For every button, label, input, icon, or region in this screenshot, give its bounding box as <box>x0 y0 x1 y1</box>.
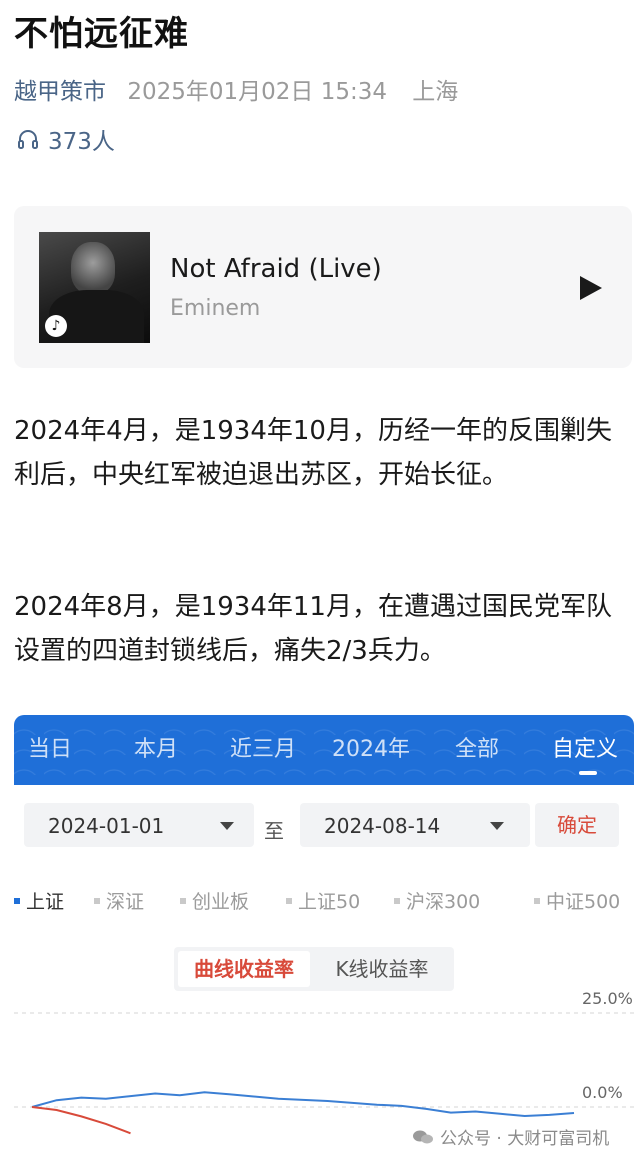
chevron-down-icon <box>220 822 234 830</box>
legend-marker <box>394 897 400 904</box>
publish-location: 上海 <box>412 79 459 105</box>
song-artist: Eminem <box>170 296 261 321</box>
watermark: 公众号 · 大财可富司机 <box>412 1124 609 1149</box>
curve-yield-button[interactable]: 曲线收益率 <box>178 951 310 987</box>
legend-label: 上证 <box>26 891 65 913</box>
chevron-down-icon <box>490 822 504 830</box>
legend-csi300[interactable]: 沪深300 <box>394 887 480 914</box>
legend-label: 上证50 <box>298 891 361 913</box>
confirm-button[interactable]: 确定 <box>535 803 619 847</box>
paragraph-1: 2024年4月，是1934年10月，历经一年的反围剿失利后，中央红军被迫退出苏区… <box>14 416 612 490</box>
article-title: 不怕远征难 <box>14 14 189 54</box>
end-date-select[interactable]: 2024-08-14 <box>300 803 530 847</box>
legend-marker <box>286 897 292 904</box>
legend-chinext[interactable]: 创业板 <box>180 887 249 914</box>
legend-marker <box>14 897 20 904</box>
legend-label: 创业板 <box>192 891 250 913</box>
watermark-text: 公众号 · 大财可富司机 <box>440 1129 610 1149</box>
headphones-icon <box>18 130 38 149</box>
legend-marker <box>534 897 540 904</box>
tab-today[interactable]: 当日 <box>28 731 72 763</box>
song-title: Not Afraid (Live) <box>170 254 382 284</box>
tab-three-months[interactable]: 近三月 <box>230 731 296 763</box>
legend-label: 中证500 <box>546 891 621 913</box>
embedded-screenshot: 当日 本月 近三月 2024年 全部 自定义 2024-01-01 至 2024… <box>14 715 634 1160</box>
series-line-1 <box>31 1106 131 1135</box>
tab-all[interactable]: 全部 <box>455 731 499 763</box>
wechat-icon <box>413 1130 433 1143</box>
listen-count-text: 373人 <box>48 129 115 155</box>
legend-shenzhen[interactable]: 深证 <box>94 887 144 914</box>
tab-this-month[interactable]: 本月 <box>134 731 178 763</box>
period-tabbar: 当日 本月 近三月 2024年 全部 自定义 <box>14 715 634 785</box>
legend-label: 深证 <box>106 891 145 913</box>
legend-shanghai[interactable]: 上证 <box>14 887 64 914</box>
legend-marker <box>180 897 186 904</box>
series-line-0 <box>31 1091 575 1118</box>
y-tick-label-top: 25.0% <box>582 989 633 1008</box>
date-range-separator: 至 <box>264 819 284 843</box>
play-icon[interactable] <box>576 274 604 302</box>
music-note-icon: ♪ <box>45 315 67 337</box>
y-tick-label-zero: 0.0% <box>582 1083 623 1102</box>
tab-year-2024[interactable]: 2024年 <box>332 731 410 763</box>
start-date-select[interactable]: 2024-01-01 <box>24 803 254 847</box>
tab-custom[interactable]: 自定义 <box>552 731 618 763</box>
album-cover: ♪ <box>39 232 150 343</box>
legend-sse50[interactable]: 上证50 <box>286 887 360 914</box>
end-date-value: 2024-08-14 <box>324 814 441 838</box>
active-tab-indicator <box>579 771 597 775</box>
legend-label: 沪深300 <box>406 891 481 913</box>
legend-marker <box>94 897 100 904</box>
start-date-value: 2024-01-01 <box>48 814 165 838</box>
legend-csi500[interactable]: 中证500 <box>534 887 620 914</box>
author-link[interactable]: 越甲策市 <box>14 79 106 105</box>
listen-count[interactable]: 373人 <box>16 122 115 156</box>
kline-yield-button[interactable]: K线收益率 <box>314 951 450 987</box>
article-meta: 越甲策市 2025年01月02日 15:34 上海 <box>14 72 458 106</box>
music-card[interactable]: ♪ Not Afraid (Live) Eminem <box>14 206 632 368</box>
paragraph-2: 2024年8月，是1934年11月，在遭遇过国民党军队设置的四道封锁线后，痛失2… <box>14 592 612 666</box>
publish-date: 2025年01月02日 15:34 <box>127 79 387 105</box>
